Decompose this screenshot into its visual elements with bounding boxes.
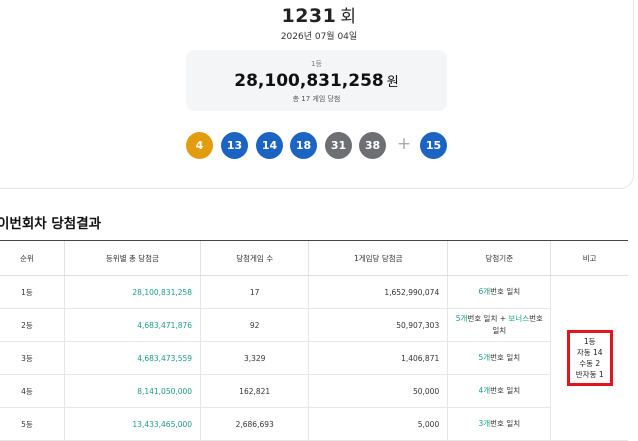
table-row: 2등 4,683,471,876 92 50,907,303 5개번호 일치 +… — [0, 308, 628, 342]
row-per-game: 5,000 — [308, 407, 448, 441]
winning-ball-2: 13 — [221, 132, 248, 159]
criteria-count: 6개 — [478, 287, 491, 296]
row-games: 2,686,693 — [200, 407, 309, 441]
criteria-text: 번호 일치 + — [467, 314, 509, 323]
criteria-count: 5개 — [455, 314, 468, 323]
criteria-text: 번호 일치 — [490, 419, 521, 428]
table-row: 4등 8,141,050,000 162,821 50,000 4개번호 일치 — [0, 374, 628, 408]
criteria-tail: 번호 — [529, 314, 543, 323]
criteria-text: 번호 일치 — [490, 386, 521, 395]
row-per-game: 1,652,990,074 — [308, 275, 448, 309]
note-line: 1등 — [583, 337, 596, 346]
round-title: 1231 회 — [0, 2, 638, 27]
row-rank: 5등 — [0, 407, 65, 441]
winning-ball-3: 14 — [256, 132, 283, 159]
criteria-count: 5개 — [478, 353, 491, 362]
row-per-game: 50,907,303 — [308, 308, 448, 342]
row-total: 13,433,465,000 — [63, 407, 201, 441]
row-rank: 2등 — [0, 308, 65, 342]
row-games: 162,821 — [200, 374, 309, 408]
criteria-line2: 일치 — [492, 326, 507, 335]
row-criteria: 5개번호 일치 — [447, 341, 551, 375]
row-criteria: 5개번호 일치 + 보너스번호일치 — [447, 308, 551, 342]
first-prize-box: 1등 28,100,831,258 원 총 17 게임 당첨 — [186, 50, 447, 111]
row-per-game: 1,406,871 — [308, 341, 448, 375]
row-criteria: 3개번호 일치 — [447, 407, 551, 441]
criteria-text: 번호 일치 — [490, 353, 521, 362]
plus-icon: + — [396, 134, 412, 154]
winning-ball-4: 18 — [290, 132, 317, 159]
winning-ball-5: 31 — [325, 132, 352, 159]
prize-games: 총 17 게임 당첨 — [292, 95, 341, 103]
note-line: 수동 2 — [579, 359, 601, 368]
row-per-game: 50,000 — [308, 374, 448, 408]
row-rank: 3등 — [0, 341, 65, 375]
note-highlight-box: 1등 자동 14 수동 2 반자동 1 — [566, 330, 613, 386]
row-games: 17 — [200, 275, 309, 309]
row-total: 28,100,831,258 — [63, 275, 201, 309]
note-line: 자동 14 — [576, 348, 603, 357]
header-total: 등위별 총 당첨금 — [63, 240, 201, 276]
winning-ball-1: 4 — [186, 132, 213, 159]
header-per-game: 1게임당 당첨금 — [308, 240, 448, 276]
prize-currency: 원 — [386, 75, 399, 90]
criteria-text: 번호 일치 — [490, 287, 521, 296]
note-cell: 1등 자동 14 수동 2 반자동 1 — [550, 275, 628, 441]
note-line: 반자동 1 — [575, 370, 604, 379]
criteria-bonus: 보너스 — [508, 314, 530, 323]
bonus-ball: 15 — [420, 132, 447, 159]
prize-rank: 1등 — [311, 60, 322, 68]
prize-amount-value: 28,100,831,258 — [234, 71, 384, 91]
header-criteria: 당첨기준 — [447, 240, 551, 276]
winning-ball-6: 38 — [359, 132, 386, 159]
row-total: 4,683,473,559 — [63, 341, 201, 375]
table-header-row: 순위 등위별 총 당첨금 당첨게임 수 1게임당 당첨금 당첨기준 비고 — [0, 240, 628, 276]
table-row: 5등 13,433,465,000 2,686,693 5,000 3개번호 일… — [0, 407, 628, 441]
row-rank: 4등 — [0, 374, 65, 408]
results-table: 순위 등위별 총 당첨금 당첨게임 수 1게임당 당첨금 당첨기준 비고 1등 … — [0, 240, 628, 441]
criteria-count: 3개 — [478, 419, 491, 428]
row-total: 8,141,050,000 — [63, 374, 201, 408]
row-total: 4,683,471,876 — [63, 308, 201, 342]
criteria-count: 4개 — [478, 386, 491, 395]
row-games: 3,329 — [200, 341, 309, 375]
section-title: 이번회차 당첨결과 — [0, 216, 102, 232]
round-unit: 회 — [340, 7, 357, 27]
row-games: 92 — [200, 308, 309, 342]
round-number: 1231 — [281, 5, 337, 27]
row-rank: 1등 — [0, 275, 65, 309]
table-row: 3등 4,683,473,559 3,329 1,406,871 5개번호 일치 — [0, 341, 628, 375]
header-note: 비고 — [550, 240, 628, 276]
draw-date: 2026년 07월 04일 — [280, 32, 358, 42]
row-criteria: 4개번호 일치 — [447, 374, 551, 408]
row-criteria: 6개번호 일치 — [447, 275, 551, 309]
prize-amount: 28,100,831,258 원 — [186, 71, 447, 91]
table-row: 1등 28,100,831,258 17 1,652,990,074 6개번호 … — [0, 275, 628, 441]
header-rank: 순위 — [0, 240, 65, 276]
header-games: 당첨게임 수 — [200, 240, 309, 276]
